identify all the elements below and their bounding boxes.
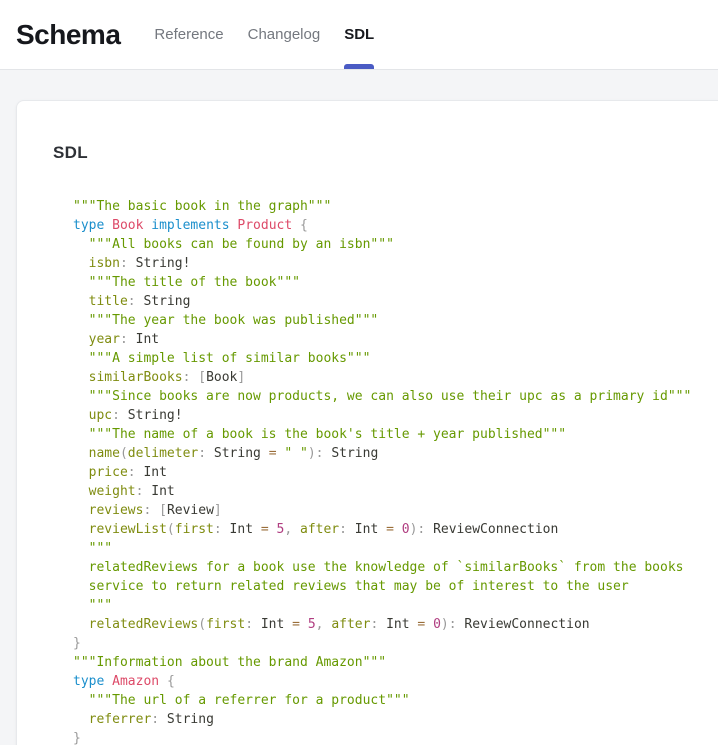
- code-line: service to return related reviews that m…: [73, 577, 718, 596]
- sdl-card: SDL """The basic book in the graph"""typ…: [16, 100, 718, 745]
- code-line: """The title of the book""": [73, 273, 718, 292]
- code-line: """All books can be found by an isbn""": [73, 235, 718, 254]
- code-line: type Book implements Product {: [73, 216, 718, 235]
- code-line: title: String: [73, 292, 718, 311]
- code-line: """: [73, 596, 718, 615]
- code-line: """The name of a book is the book's titl…: [73, 425, 718, 444]
- code-line: price: Int: [73, 463, 718, 482]
- tab-changelog[interactable]: Changelog: [248, 0, 321, 69]
- code-line: type Amazon {: [73, 672, 718, 691]
- code-line: reviews: [Review]: [73, 501, 718, 520]
- tab-sdl[interactable]: SDL: [344, 0, 374, 69]
- tab-changelog-label: Changelog: [248, 26, 321, 43]
- code-line: }: [73, 634, 718, 653]
- page-title: Schema: [16, 19, 120, 51]
- code-line: weight: Int: [73, 482, 718, 501]
- code-line: """The basic book in the graph""": [73, 197, 718, 216]
- page-header: Schema Reference Changelog SDL: [0, 0, 718, 70]
- code-line: }: [73, 729, 718, 745]
- sdl-card-heading: SDL: [53, 143, 718, 163]
- code-line: """The url of a referrer for a product""…: [73, 691, 718, 710]
- content-area: SDL """The basic book in the graph"""typ…: [0, 71, 718, 745]
- code-line: year: Int: [73, 330, 718, 349]
- code-line: """A simple list of similar books""": [73, 349, 718, 368]
- code-line: isbn: String!: [73, 254, 718, 273]
- code-line: """Since books are now products, we can …: [73, 387, 718, 406]
- code-line: relatedReviews for a book use the knowle…: [73, 558, 718, 577]
- sdl-code: """The basic book in the graph"""type Bo…: [73, 197, 718, 745]
- code-line: """Information about the brand Amazon""": [73, 653, 718, 672]
- tab-sdl-label: SDL: [344, 26, 374, 43]
- code-line: name(delimeter: String = " "): String: [73, 444, 718, 463]
- active-tab-indicator: [344, 64, 374, 69]
- code-line: reviewList(first: Int = 5, after: Int = …: [73, 520, 718, 539]
- code-line: upc: String!: [73, 406, 718, 425]
- tab-reference-label: Reference: [154, 26, 223, 43]
- tab-reference[interactable]: Reference: [154, 0, 223, 69]
- schema-tabs: Reference Changelog SDL: [154, 0, 374, 69]
- code-line: similarBooks: [Book]: [73, 368, 718, 387]
- code-line: relatedReviews(first: Int = 5, after: In…: [73, 615, 718, 634]
- code-line: referrer: String: [73, 710, 718, 729]
- code-line: """The year the book was published""": [73, 311, 718, 330]
- code-line: """: [73, 539, 718, 558]
